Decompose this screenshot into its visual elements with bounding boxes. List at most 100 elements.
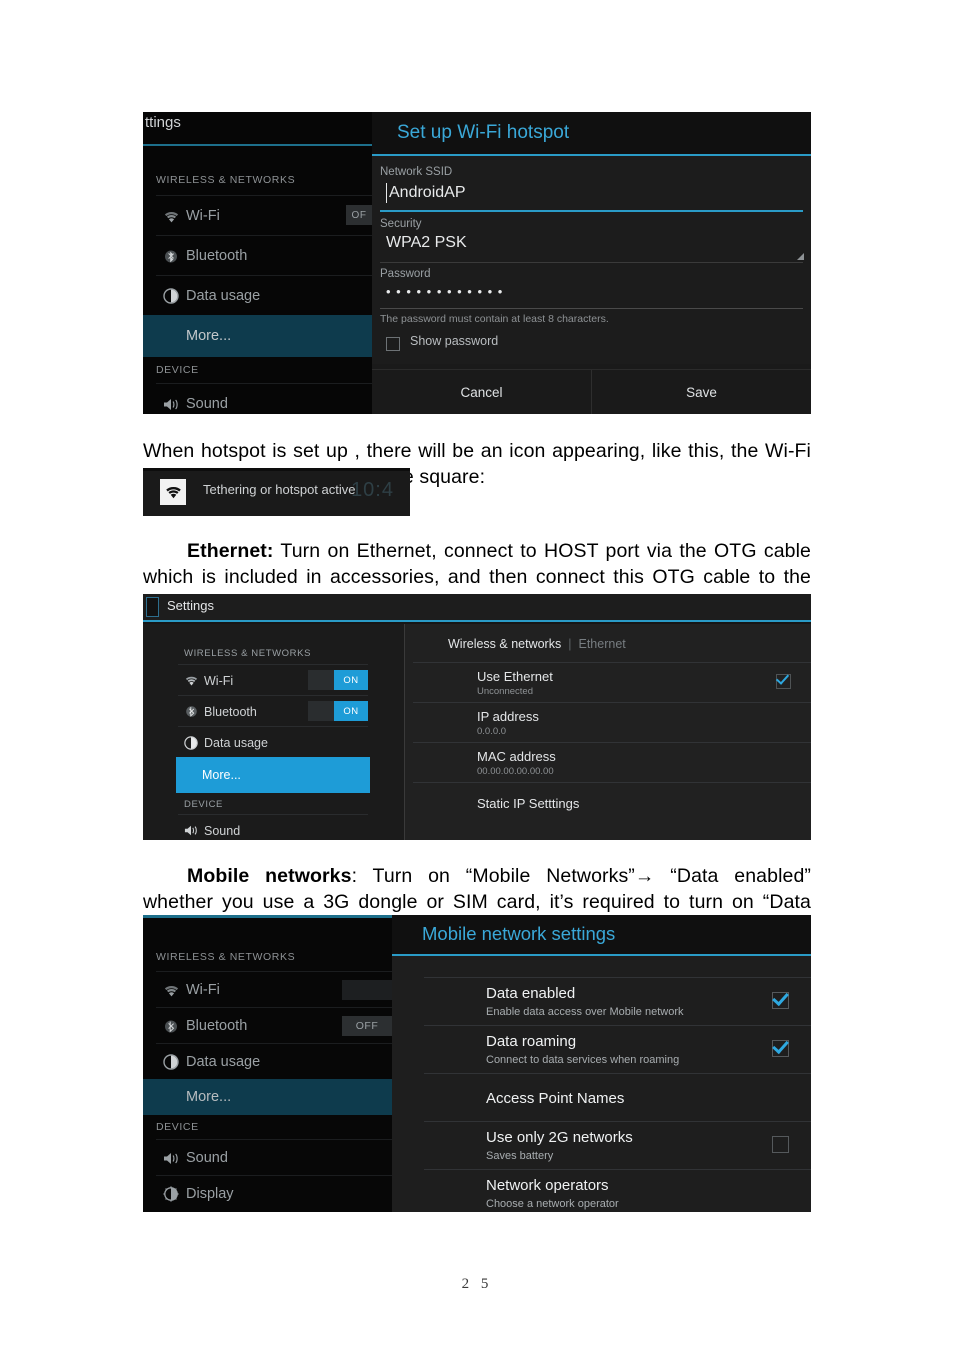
- shot3-sidebar: WIRELESS & NETWORKS Wi-Fi Bluetooth OFF …: [143, 915, 392, 1212]
- display-icon: [156, 1186, 186, 1202]
- shot3-group-wireless: WIRELESS & NETWORKS: [156, 951, 296, 963]
- shot3-sidebar-label-more: More...: [186, 1089, 232, 1105]
- shot3-sidebar-label-wifi: Wi-Fi: [186, 982, 220, 998]
- shot3-sidebar-item-bluetooth[interactable]: Bluetooth OFF: [156, 1007, 392, 1044]
- shot1-security-value[interactable]: WPA2 PSK: [386, 234, 467, 252]
- shot1-ssid-value[interactable]: AndroidAP: [389, 184, 466, 202]
- shot2-sidebar-item-data-usage[interactable]: Data usage: [178, 726, 368, 758]
- shot2-item-title: IP address: [477, 709, 539, 724]
- shot3-item-access-point-names[interactable]: Access Point Names: [424, 1073, 811, 1122]
- shot1-sidebar-item-bluetooth[interactable]: Bluetooth: [156, 235, 372, 276]
- wifi-icon: [156, 984, 186, 997]
- shot2-bluetooth-toggle[interactable]: ON: [308, 701, 368, 721]
- shot2-title-rule: [143, 620, 811, 622]
- bluetooth-icon: [156, 248, 186, 265]
- shot3-item-use-only-2g[interactable]: Use only 2G networks Saves battery: [424, 1121, 811, 1170]
- shot2-item-title: Use Ethernet: [477, 669, 553, 684]
- shot1-sidebar-item-data-usage[interactable]: Data usage: [156, 275, 372, 316]
- shot3-item-data-roaming[interactable]: Data roaming Connect to data services wh…: [424, 1025, 811, 1074]
- shot1-sidebar-label-more: More...: [186, 328, 232, 344]
- shot1-dialog-title: Set up Wi-Fi hotspot: [397, 122, 570, 143]
- shot2-item-sub: 0.0.0.0: [477, 726, 507, 737]
- shot2-use-ethernet-checkbox[interactable]: [776, 674, 791, 689]
- shot2-sidebar-item-sound[interactable]: Sound: [178, 814, 368, 840]
- shot2-item-mac-address[interactable]: MAC address 00.00.00.00.00.00: [413, 742, 811, 783]
- shot1-dialog-footer: Cancel Save: [372, 369, 811, 414]
- shot1-password-underline: [380, 308, 803, 309]
- shot3-item-sub: Choose a network operator: [486, 1198, 619, 1210]
- shot1-sidebar-item-wifi[interactable]: Wi-Fi OF: [156, 195, 372, 236]
- shot2-sidebar-label-more: More...: [202, 768, 241, 782]
- shot3-sidebar-item-sound[interactable]: Sound: [156, 1139, 392, 1176]
- shot3-wifi-toggle[interactable]: [342, 980, 392, 1000]
- shot2-group-device: DEVICE: [184, 799, 223, 810]
- shot2-item-static-ip-settings[interactable]: Static IP Setttings: [413, 782, 811, 823]
- shot3-data-roaming-checkbox[interactable]: [772, 1040, 789, 1057]
- page-number: 2 5: [461, 1276, 493, 1292]
- shot1-ssid-label: Network SSID: [380, 166, 453, 178]
- shot1-sidebar-label-wifi: Wi-Fi: [186, 208, 220, 224]
- shot2-wifi-toggle[interactable]: ON: [308, 670, 368, 690]
- shot1-password-value[interactable]: • • • • • • • • • • • •: [386, 284, 503, 299]
- shot2-group-wireless: WIRELESS & NETWORKS: [184, 648, 312, 659]
- breadcrumb-current: Ethernet: [578, 637, 626, 651]
- shot3-item-network-operators[interactable]: Network operators Choose a network opera…: [424, 1169, 811, 1212]
- shot3-item-title: Network operators: [486, 1177, 609, 1194]
- shot1-show-password-label: Show password: [410, 334, 499, 348]
- shot1-show-password-checkbox[interactable]: [386, 337, 400, 351]
- shot1-dialog-body: Network SSID AndroidAP Security WPA2 PSK…: [372, 156, 811, 364]
- shot2-sidebar-label-wifi: Wi-Fi: [204, 673, 234, 688]
- breadcrumb-parent[interactable]: Wireless & networks: [448, 637, 561, 651]
- shot3-bluetooth-toggle[interactable]: OFF: [342, 1016, 392, 1036]
- shot3-item-data-enabled[interactable]: Data enabled Enable data access over Mob…: [424, 977, 811, 1026]
- shot2-item-ip-address[interactable]: IP address 0.0.0.0: [413, 702, 811, 743]
- shot1-password-hint: The password must contain at least 8 cha…: [380, 313, 609, 325]
- shot2-sidebar-label-bluetooth: Bluetooth: [204, 704, 257, 719]
- shot3-sidebar-label-display: Display: [186, 1186, 234, 1202]
- breadcrumb-separator: |: [568, 637, 572, 651]
- data-usage-icon: [178, 735, 204, 750]
- shot1-cancel-button[interactable]: Cancel: [372, 370, 591, 414]
- shot1-security-label: Security: [380, 218, 422, 230]
- breadcrumb: Wireless & networks | Ethernet: [448, 637, 626, 651]
- shot3-use-only-2g-checkbox[interactable]: [772, 1136, 789, 1153]
- data-usage-icon: [156, 288, 186, 304]
- shot1-sidebar: ttings WIRELESS & NETWORKS Wi-Fi OF Blue…: [143, 112, 372, 414]
- screenshot-mobile-network-settings: WIRELESS & NETWORKS Wi-Fi Bluetooth OFF …: [143, 915, 811, 1212]
- shot3-item-sub: Connect to data services when roaming: [486, 1054, 680, 1066]
- shot2-action-bar: Settings: [143, 594, 811, 622]
- shot3-data-enabled-checkbox[interactable]: [772, 992, 789, 1009]
- wifi-icon: [156, 210, 186, 223]
- shot1-save-button[interactable]: Save: [592, 370, 811, 414]
- shot3-item-sub: Saves battery: [486, 1150, 554, 1162]
- shot3-detail-pane: Mobile network settings Data enabled Ena…: [392, 915, 811, 1212]
- badge-text: Tethering or hotspot active: [203, 482, 356, 497]
- shot1-sidebar-item-more[interactable]: More...: [143, 315, 372, 357]
- settings-gear-icon: [146, 597, 159, 617]
- shot1-security-spinner-icon[interactable]: [797, 253, 804, 260]
- shot3-item-title: Use only 2G networks: [486, 1129, 633, 1146]
- shot2-detail-pane: Wireless & networks | Ethernet Use Etherne…: [405, 624, 811, 840]
- screenshot-ethernet-settings: Settings WIRELESS & NETWORKS Wi-Fi ON Bl…: [143, 594, 811, 840]
- shot1-sidebar-label-bluetooth: Bluetooth: [186, 248, 248, 264]
- shot3-sidebar-item-wifi[interactable]: Wi-Fi: [156, 971, 392, 1008]
- shot3-sidebar-item-more[interactable]: More...: [143, 1079, 392, 1115]
- shot1-group-device: DEVICE: [156, 364, 199, 376]
- shot1-sidebar-item-sound[interactable]: Sound: [156, 383, 372, 414]
- wifi-icon: [160, 479, 186, 505]
- sound-icon: [156, 397, 186, 412]
- shot3-sidebar-item-data-usage[interactable]: Data usage: [156, 1043, 392, 1080]
- shot1-title-rule: [143, 144, 372, 146]
- shot3-sidebar-label-sound: Sound: [186, 1150, 228, 1166]
- shot2-sidebar-item-wifi[interactable]: Wi-Fi ON: [178, 664, 368, 696]
- shot2-sidebar-item-more[interactable]: More...: [176, 757, 370, 793]
- shot2-sidebar-label-data-usage: Data usage: [204, 735, 268, 750]
- shot2-item-use-ethernet[interactable]: Use Ethernet Unconnected: [413, 662, 811, 703]
- shot2-sidebar-item-bluetooth[interactable]: Bluetooth ON: [178, 695, 368, 727]
- shot3-item-title: Data enabled: [486, 985, 576, 1002]
- shot3-item-sub: Enable data access over Mobile network: [486, 1006, 684, 1018]
- shot1-dialog: Set up Wi-Fi hotspot Network SSID Androi…: [372, 112, 811, 414]
- shot3-sidebar-item-display[interactable]: Display: [156, 1175, 392, 1212]
- shot1-wifi-toggle[interactable]: OF: [346, 205, 372, 225]
- shot3-title: Mobile network settings: [422, 923, 616, 944]
